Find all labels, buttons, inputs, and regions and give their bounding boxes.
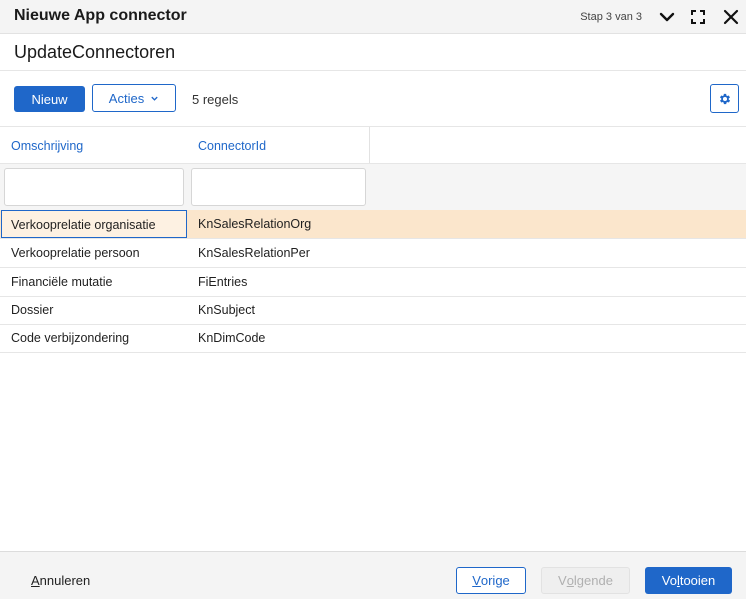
table-cell-connectorid[interactable]: KnSalesRelationOrg [198,217,311,231]
table-cell-connectorid[interactable]: KnSalesRelationPer [198,246,310,260]
filter-omschrijving-input[interactable] [4,168,184,206]
table-cell-omschrijving[interactable]: Verkooprelatie organisatie [1,210,187,238]
chevron-down-icon[interactable] [656,6,678,28]
column-header-omschrijving[interactable]: Omschrijving [11,139,83,153]
table-row[interactable]: Verkooprelatie persoon KnSalesRelationPe… [0,239,746,268]
cancel-accel-key: A [31,573,40,588]
table-row[interactable]: Verkooprelatie organisatie KnSalesRelati… [0,210,746,239]
gear-icon [719,93,730,104]
previous-label-rest: orige [480,573,510,588]
next-accel-key: o [566,573,574,588]
chevron-down-icon [151,96,158,101]
column-header-row: Omschrijving ConnectorId [0,127,746,164]
table-cell-connectorid[interactable]: KnDimCode [198,331,265,345]
actions-label: Acties [108,90,145,106]
table-cell-connectorid[interactable]: KnSubject [198,303,255,317]
cancel-label-rest: nnuleren [39,573,91,588]
toolbar: Nieuw Acties 5 regels [0,71,746,127]
table-row[interactable]: Dossier KnSubject [0,296,746,325]
finish-button[interactable]: Vo l tooien [645,567,732,594]
next-label-pre: V [558,573,567,588]
previous-accel-key: V [472,573,481,588]
filter-row [0,164,746,210]
next-button[interactable]: Vo lgende [541,567,630,594]
row-count: 5 regels [192,92,239,107]
page-title: UpdateConnectoren [14,42,176,62]
new-button[interactable]: Nieuw [14,86,85,112]
table-cell-omschrijving[interactable]: Verkooprelatie persoon [11,246,140,260]
close-icon[interactable] [720,6,742,28]
step-indicator: Stap 3 van 3 [580,11,642,23]
column-header-connectorid[interactable]: ConnectorId [198,139,266,153]
table-row[interactable]: Financiële mutatie FiEntries [0,268,746,297]
table-cell-omschrijving[interactable]: Code verbijzondering [11,331,129,345]
table-cell-connectorid[interactable]: FiEntries [198,275,247,289]
actions-button[interactable]: Acties [92,84,176,112]
previous-button[interactable]: Vorige [456,567,526,594]
dialog-footer: Annuleren Vorige Vo lgende Vo l tooien [0,551,746,599]
cancel-link[interactable]: Annuleren [31,573,90,588]
table-cell-omschrijving[interactable]: Financiële mutatie [11,275,112,289]
finish-label-rest: tooien [679,573,716,588]
dialog-header: Nieuwe App connector Stap 3 van 3 [0,0,746,34]
subtitle-bar: UpdateConnectoren [0,34,746,71]
fullscreen-icon[interactable] [687,6,709,28]
table-cell-omschrijving[interactable]: Dossier [11,303,53,317]
finish-label-pre: Vo [661,573,677,588]
dialog-title: Nieuwe App connector [14,7,187,24]
next-label-rest: lgende [573,573,613,588]
filter-connectorid-input[interactable] [191,168,366,206]
settings-button[interactable] [710,84,739,113]
table-row[interactable]: Code verbijzondering KnDimCode [0,324,746,353]
column-divider [369,127,370,163]
